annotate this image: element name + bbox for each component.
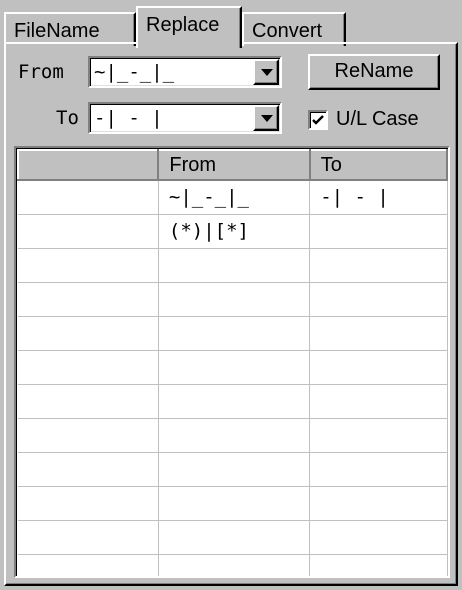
header-to[interactable]: To <box>308 149 448 181</box>
from-cell[interactable] <box>158 486 311 521</box>
table-row[interactable] <box>18 282 448 317</box>
table-row[interactable] <box>18 316 448 351</box>
checkmark-icon <box>312 115 324 125</box>
row-header-cell[interactable] <box>18 384 159 419</box>
row-header-cell[interactable] <box>18 418 159 453</box>
rename-button[interactable]: ReName <box>308 54 440 90</box>
to-cell[interactable] <box>309 282 448 317</box>
table-row[interactable] <box>18 350 448 385</box>
replace-dialog: FileName Convert Replace From ~|_-_|_ Re… <box>0 0 462 590</box>
ul-case-checkbox[interactable] <box>308 110 328 130</box>
to-cell[interactable] <box>309 520 448 555</box>
from-cell[interactable] <box>158 316 311 351</box>
row-header-cell[interactable] <box>18 282 159 317</box>
from-cell[interactable] <box>158 248 311 283</box>
row-header-cell[interactable] <box>18 214 159 249</box>
table-row[interactable]: ~|_-_|_ -| - | <box>18 180 448 215</box>
to-label: To <box>56 107 79 129</box>
table-row[interactable] <box>18 248 448 283</box>
table-row[interactable] <box>18 520 448 555</box>
header-from[interactable]: From <box>157 149 311 181</box>
from-combobox[interactable]: ~|_-_|_ <box>88 56 282 88</box>
from-dropdown-arrow-icon[interactable] <box>253 59 279 85</box>
to-cell[interactable] <box>309 316 448 351</box>
row-header-cell[interactable] <box>18 520 159 555</box>
from-value[interactable]: ~|_-_|_ <box>94 60 174 84</box>
from-cell[interactable] <box>158 554 311 576</box>
from-cell[interactable]: ~|_-_|_ <box>158 180 311 215</box>
tab-convert[interactable]: Convert <box>242 12 346 46</box>
table-row[interactable] <box>18 554 448 576</box>
to-cell[interactable] <box>309 452 448 487</box>
to-cell[interactable] <box>309 350 448 385</box>
row-header-cell[interactable] <box>18 180 159 215</box>
table-row[interactable] <box>18 384 448 419</box>
from-cell[interactable] <box>158 282 311 317</box>
to-dropdown-arrow-icon[interactable] <box>253 105 279 131</box>
ul-case-label[interactable]: U/L Case <box>336 106 419 132</box>
to-combobox[interactable]: -| - | <box>88 102 282 134</box>
row-header-cell[interactable] <box>18 452 159 487</box>
table-row[interactable] <box>18 452 448 487</box>
row-header-cell[interactable] <box>18 486 159 521</box>
to-cell[interactable] <box>309 384 448 419</box>
replace-table: From To ~|_-_|_ -| - | (*)|[*] <box>16 149 448 576</box>
tab-strip: FileName Convert Replace <box>4 4 458 48</box>
to-cell[interactable] <box>309 554 448 576</box>
from-cell[interactable] <box>158 418 311 453</box>
tab-filename[interactable]: FileName <box>4 12 136 46</box>
row-header-cell[interactable] <box>18 248 159 283</box>
from-cell[interactable] <box>158 350 311 385</box>
replace-panel: From ~|_-_|_ ReName To -| - | U/L Case F… <box>4 42 458 586</box>
from-cell[interactable] <box>158 452 311 487</box>
row-header-cell[interactable] <box>18 316 159 351</box>
tab-replace[interactable]: Replace <box>136 6 242 48</box>
table-row[interactable] <box>18 418 448 453</box>
from-cell[interactable] <box>158 384 311 419</box>
to-value[interactable]: -| - | <box>94 106 163 130</box>
grid-header-row: From To <box>16 149 448 181</box>
table-row[interactable] <box>18 486 448 521</box>
header-corner <box>16 149 160 181</box>
to-cell[interactable] <box>309 248 448 283</box>
row-header-cell[interactable] <box>18 554 159 576</box>
row-header-cell[interactable] <box>18 350 159 385</box>
from-cell[interactable] <box>158 520 311 555</box>
from-label: From <box>18 61 64 83</box>
to-cell[interactable] <box>309 214 448 249</box>
to-cell[interactable] <box>309 418 448 453</box>
replace-grid[interactable]: From To ~|_-_|_ -| - | (*)|[*] <box>14 146 450 578</box>
table-row[interactable]: (*)|[*] <box>18 214 448 249</box>
to-cell[interactable]: -| - | <box>309 180 448 215</box>
from-cell[interactable]: (*)|[*] <box>158 214 311 249</box>
to-cell[interactable] <box>309 486 448 521</box>
